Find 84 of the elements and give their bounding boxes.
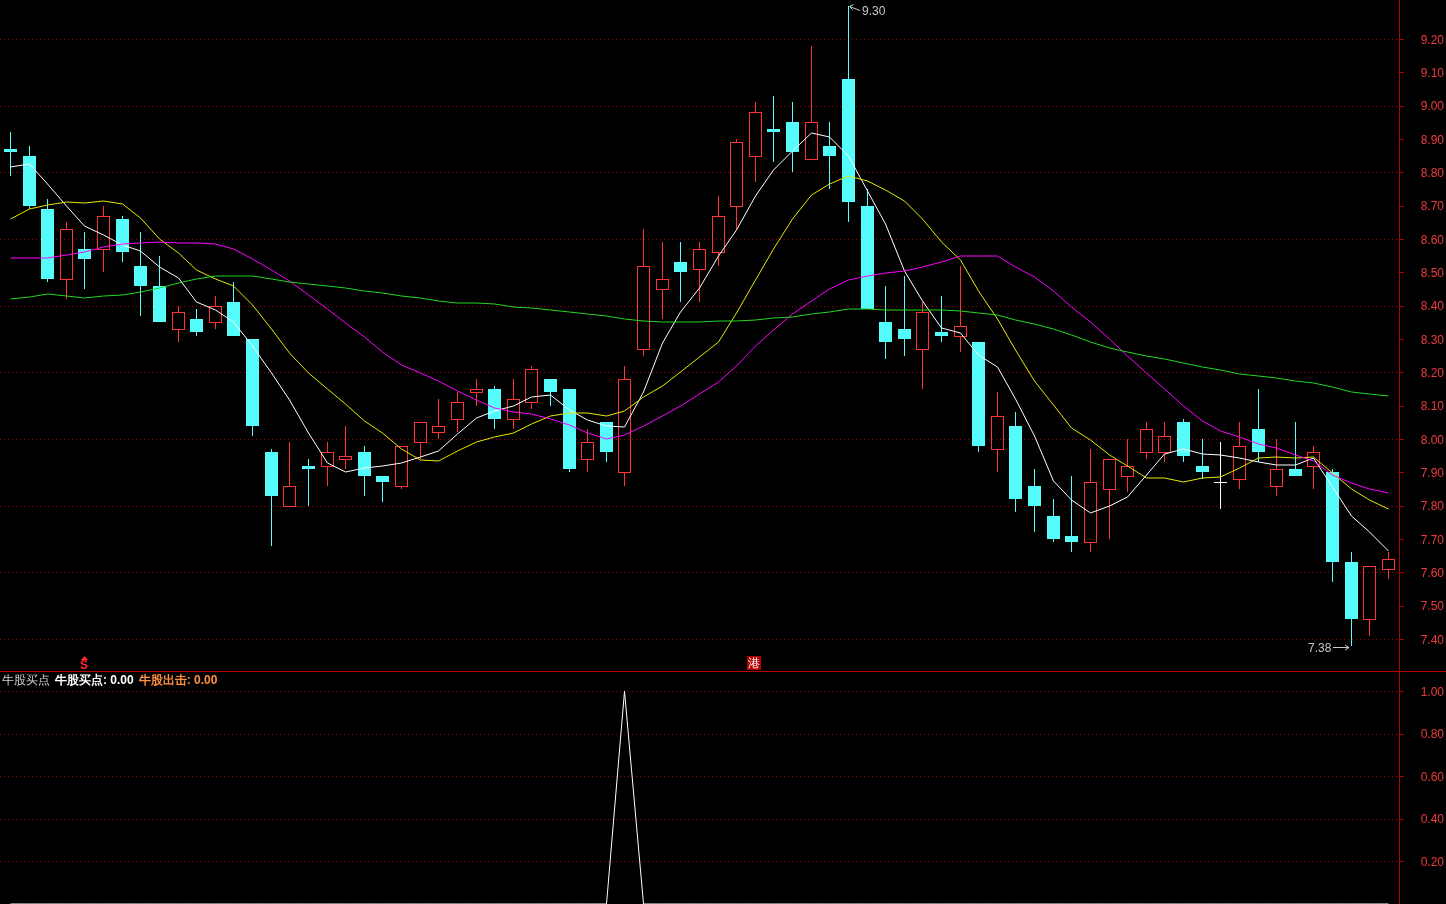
- price-axis-label: 8.00: [1420, 432, 1444, 447]
- candlestick: [898, 275, 911, 357]
- indicator-axis-label: 0.60: [1420, 769, 1444, 784]
- candlestick: [1196, 438, 1209, 480]
- price-axis-label: 8.50: [1420, 265, 1444, 280]
- candlestick: [172, 305, 185, 343]
- candlestick: [321, 441, 334, 487]
- candlestick: [935, 295, 948, 343]
- candlestick: [1382, 551, 1395, 580]
- candlestick: [749, 101, 762, 183]
- price-axis-label: 8.80: [1420, 165, 1444, 180]
- candlestick: [1307, 445, 1320, 490]
- candlestick: [1065, 475, 1078, 553]
- legend-reading: 牛股买点: 0.00: [55, 673, 134, 687]
- candlestick: [618, 365, 631, 487]
- candlestick: [60, 221, 73, 300]
- candlestick: [209, 295, 222, 330]
- leader-arrow: [1332, 644, 1350, 651]
- candlestick: [823, 121, 836, 190]
- indicator-axis-label: 0.40: [1420, 812, 1444, 827]
- candlestick: [507, 378, 520, 430]
- candlestick: [1047, 498, 1060, 543]
- triangle-icon: [80, 656, 88, 660]
- candlestick: [1270, 438, 1283, 497]
- price-axis-label: 8.60: [1420, 232, 1444, 247]
- candlestick: [1028, 468, 1041, 533]
- candlestick: [1289, 421, 1302, 477]
- candlestick: [525, 365, 538, 410]
- price-axis-label: 7.40: [1420, 632, 1444, 647]
- candlestick: [693, 241, 706, 303]
- candlestick: [1252, 388, 1265, 463]
- candlestick: [1363, 566, 1376, 637]
- candlestick: [730, 138, 743, 230]
- candlestick: [544, 378, 557, 407]
- price-axis-label: 7.60: [1420, 565, 1444, 580]
- candlestick: [1103, 459, 1116, 540]
- market-tag: 港: [747, 656, 761, 670]
- candlestick: [637, 228, 650, 357]
- candlestick: [4, 131, 17, 177]
- candlestick: [805, 45, 818, 160]
- price-axis-label: 7.70: [1420, 532, 1444, 547]
- price-axis-label: 7.50: [1420, 599, 1444, 614]
- candlestick: [1233, 421, 1246, 490]
- candlestick: [339, 425, 352, 470]
- price-axis-label: 8.90: [1420, 132, 1444, 147]
- candlestick: [674, 241, 687, 303]
- candlestick: [656, 241, 669, 320]
- candlestick: [451, 391, 464, 433]
- indicator-name: 牛股买点: [2, 673, 50, 687]
- candlestick: [879, 285, 892, 360]
- indicator-axis-label: 1.00: [1420, 684, 1444, 699]
- price-axis-label: 8.70: [1420, 199, 1444, 214]
- leader-arrow: [849, 4, 861, 11]
- candlestick: [991, 391, 1004, 473]
- doji-candle: [1213, 441, 1228, 510]
- price-axis-label: 8.30: [1420, 332, 1444, 347]
- candlestick: [395, 446, 408, 490]
- candlestick: [302, 458, 315, 507]
- candlestick: [954, 265, 967, 353]
- candlestick: [283, 441, 296, 507]
- candlestick: [190, 308, 203, 337]
- price-axis-label: 8.20: [1420, 365, 1444, 380]
- candlestick: [97, 205, 110, 273]
- price-axis-label: 9.20: [1420, 32, 1444, 47]
- indicator-axis-label: 0.80: [1420, 727, 1444, 742]
- candlestick: [432, 398, 445, 440]
- candlestick: [1084, 448, 1097, 553]
- price-axis-label: 8.40: [1420, 299, 1444, 314]
- candlestick: [376, 475, 389, 503]
- low-price-label: 7.38: [1308, 641, 1332, 655]
- candlestick: [134, 231, 147, 317]
- candlestick: [1121, 438, 1134, 493]
- signal-label: S: [80, 660, 88, 671]
- candlestick: [358, 445, 371, 497]
- price-axis-label: 9.10: [1420, 65, 1444, 80]
- price-axis-label: 7.80: [1420, 499, 1444, 514]
- price-axis-label: 9.00: [1420, 99, 1444, 114]
- price-axis-label: 7.90: [1420, 465, 1444, 480]
- candlestick: [1140, 421, 1153, 460]
- indicator-axis-label: 0.20: [1420, 854, 1444, 869]
- candlestick: [767, 95, 780, 163]
- price-axis-label: 8.10: [1420, 399, 1444, 414]
- high-price-label: 9.30: [862, 4, 886, 18]
- legend-reading: 牛股出击: 0.00: [138, 673, 218, 687]
